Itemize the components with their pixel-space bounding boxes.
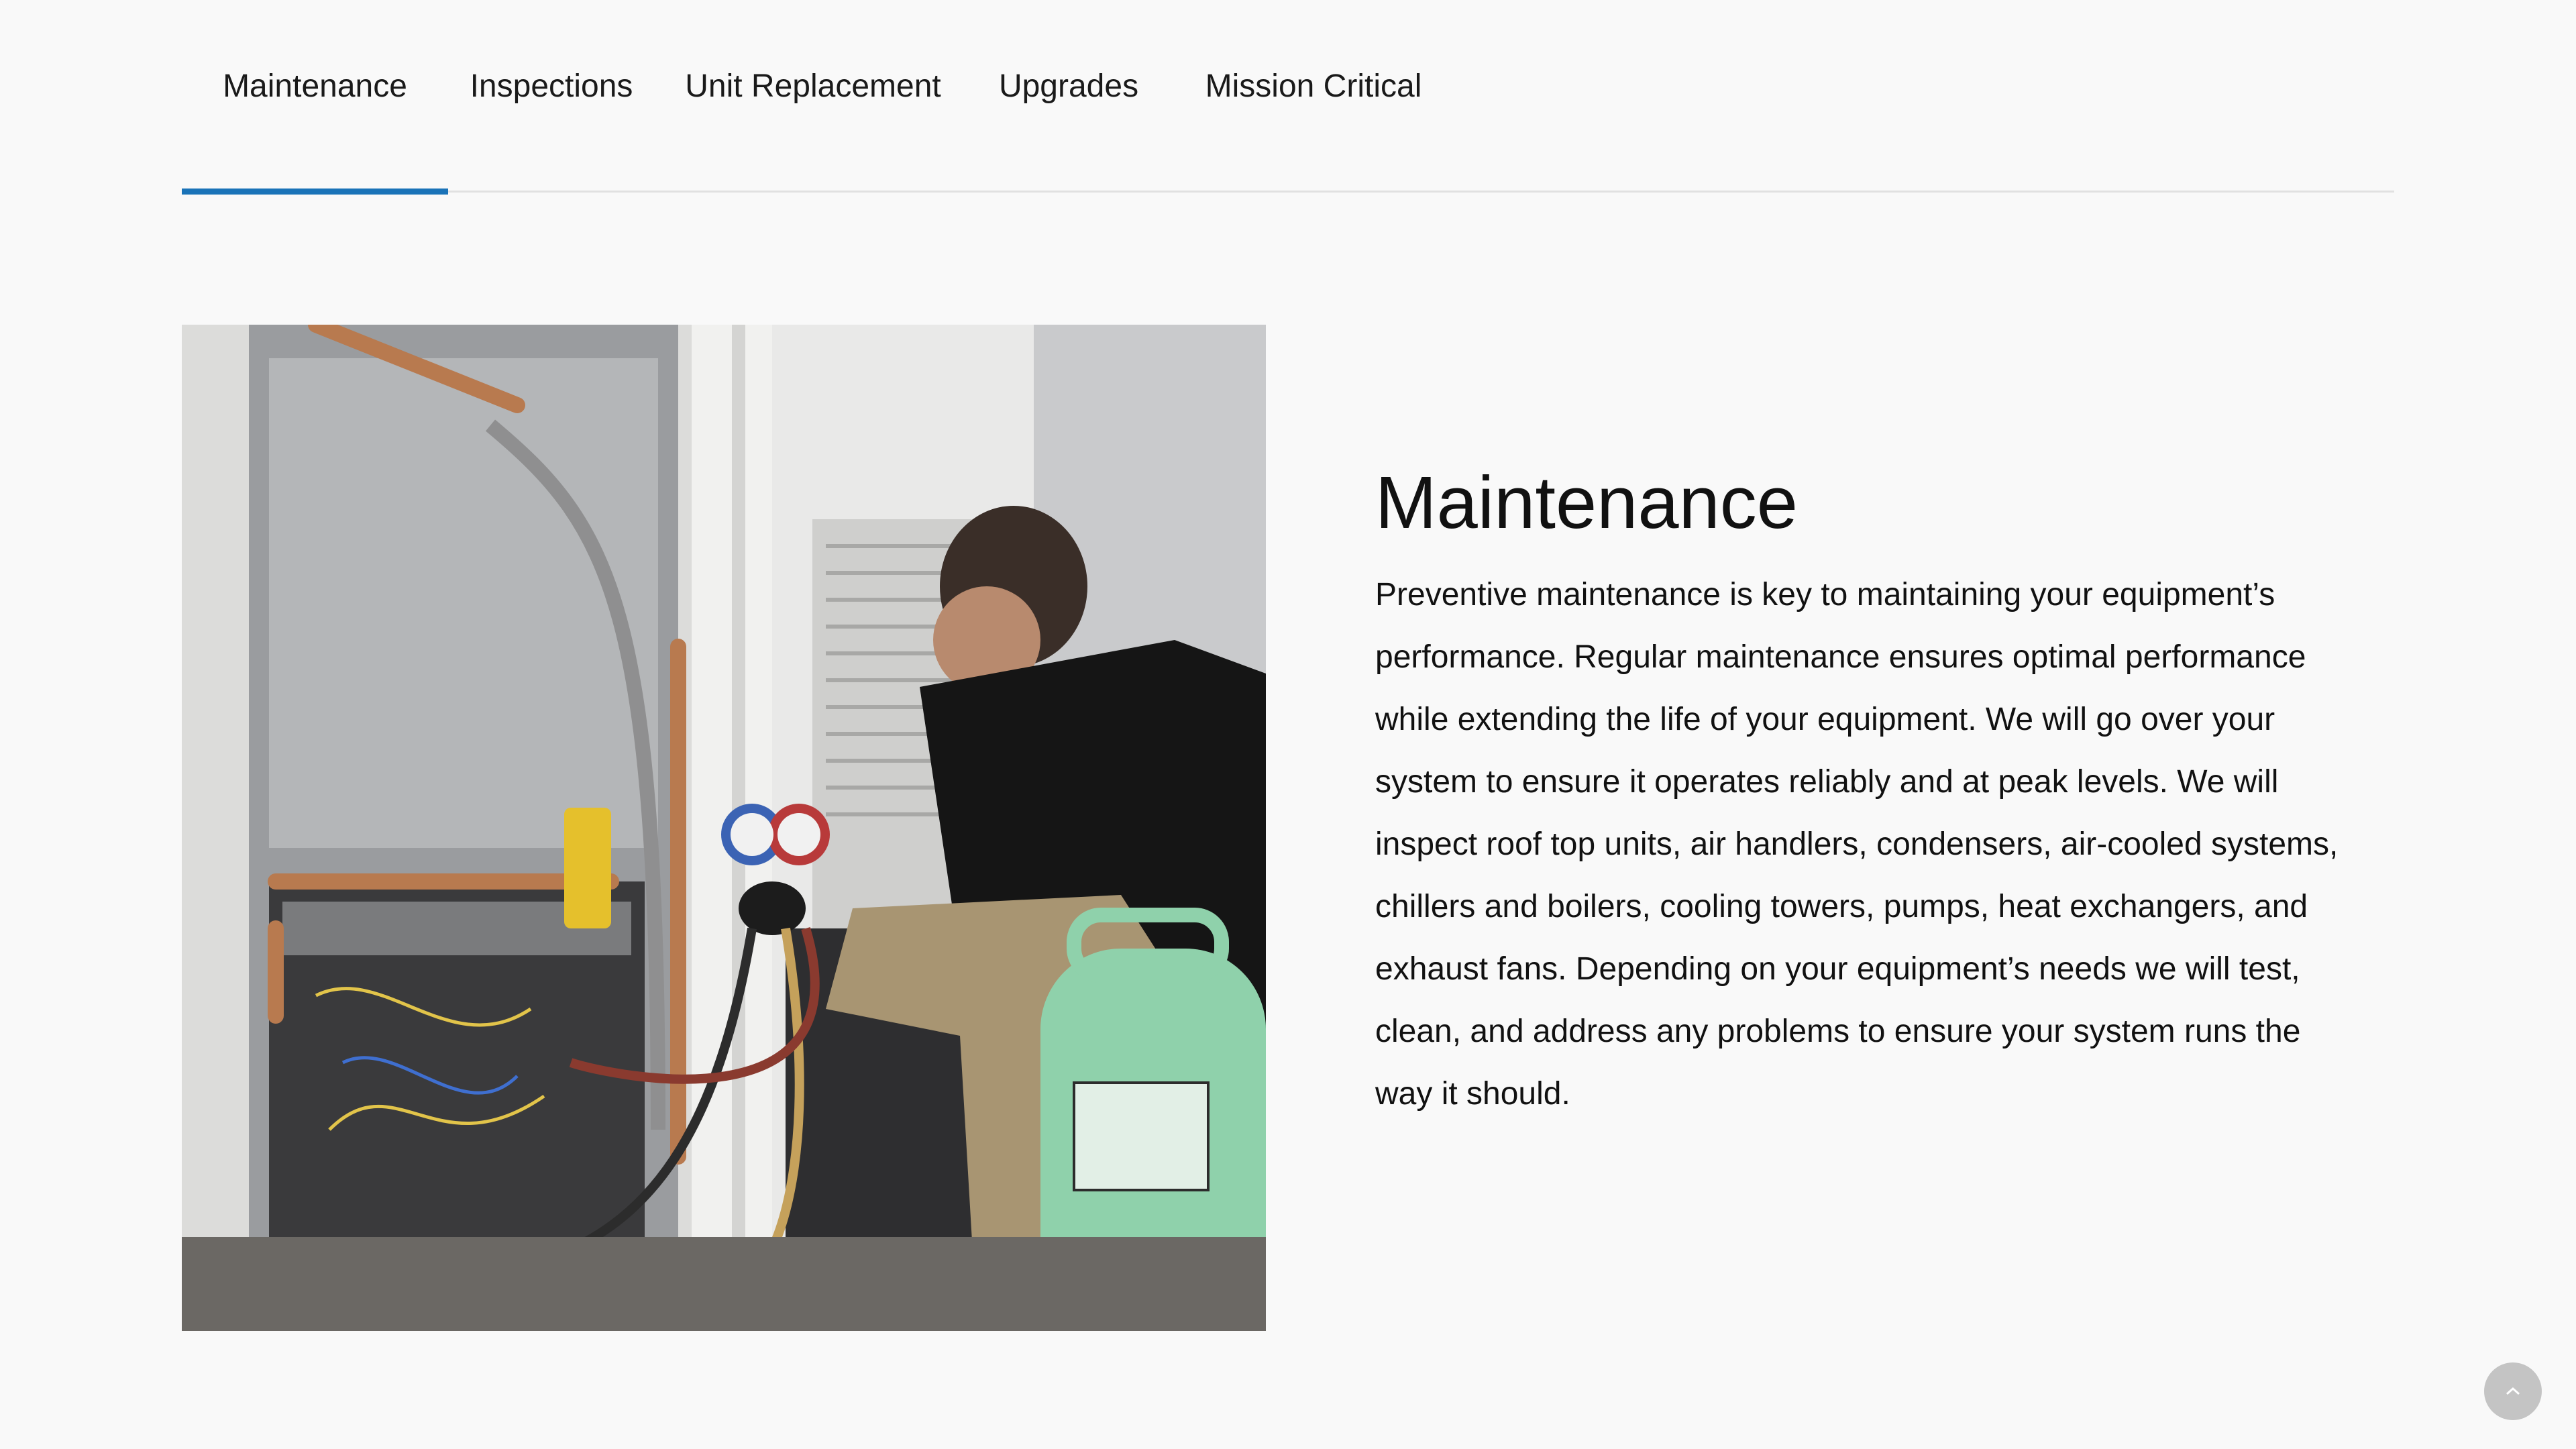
tab-maintenance[interactable]: Maintenance xyxy=(182,0,448,195)
chevron-up-icon xyxy=(2506,1387,2520,1395)
service-tabs: Maintenance Inspections Unit Replacement… xyxy=(182,0,2394,195)
tab-label: Mission Critical xyxy=(1205,68,1422,104)
section-heading: Maintenance xyxy=(1375,462,1798,544)
technician-photo xyxy=(182,325,1266,1331)
tab-upgrades[interactable]: Upgrades xyxy=(971,0,1166,193)
tab-label: Unit Replacement xyxy=(685,68,941,104)
tab-unit-replacement[interactable]: Unit Replacement xyxy=(655,0,971,193)
scroll-to-top-button[interactable] xyxy=(2484,1362,2542,1420)
tab-inspections[interactable]: Inspections xyxy=(448,0,655,193)
section-body: Preventive maintenance is key to maintai… xyxy=(1375,577,2339,1112)
page: Maintenance Inspections Unit Replacement… xyxy=(0,0,2576,1449)
tab-label: Upgrades xyxy=(998,68,1139,104)
tab-label: Inspections xyxy=(470,68,633,104)
tab-label: Maintenance xyxy=(223,68,407,104)
tab-mission-critical[interactable]: Mission Critical xyxy=(1166,0,1461,193)
